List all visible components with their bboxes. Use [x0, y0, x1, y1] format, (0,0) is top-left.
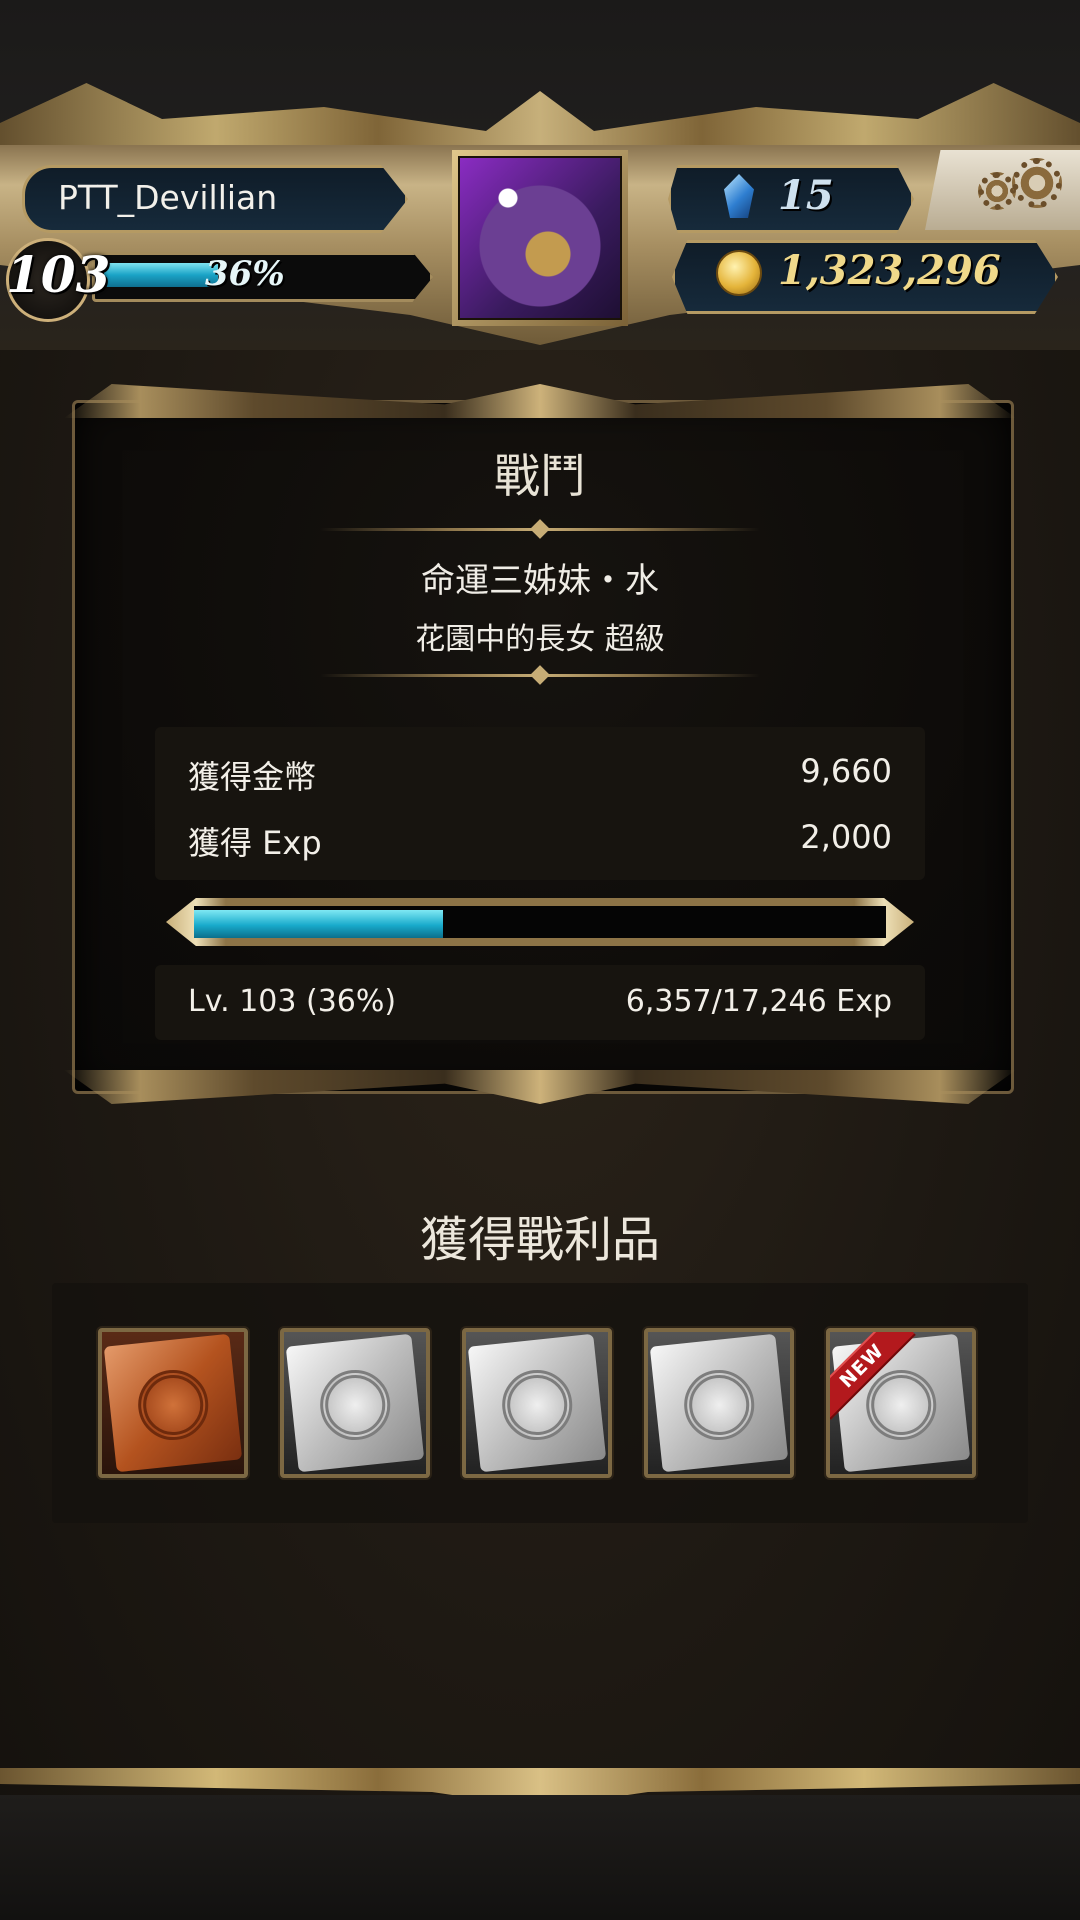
loot-item-silver-card[interactable] — [462, 1328, 612, 1478]
coin-count: 1,323,296 — [778, 247, 1001, 294]
coins-earned-value: 9,660 — [800, 752, 892, 790]
loot-title: 獲得戰利品 — [419, 1212, 660, 1268]
coin-icon — [716, 250, 762, 296]
silver-card-icon — [467, 1333, 607, 1473]
bronze-card-icon — [103, 1333, 243, 1473]
gem-count: 15 — [778, 172, 834, 219]
player-exp-percent: 36% — [205, 254, 285, 294]
level-progress-fill — [194, 910, 443, 938]
player-name: PTT_Devillian — [58, 178, 278, 217]
coins-earned-label: 獲得金幣 — [188, 758, 317, 796]
exp-progress-text: 6,357/17,246 Exp — [625, 984, 892, 1019]
panel-bottom-ornament — [64, 1070, 1016, 1104]
player-exp-fill — [104, 263, 218, 287]
stage-name: 花園中的長女 超級 — [415, 622, 665, 657]
gear-icon — [1012, 158, 1062, 208]
divider — [320, 674, 760, 677]
panel-top-ornament — [64, 384, 1016, 418]
silver-card-icon — [285, 1333, 425, 1473]
player-level: 103 — [6, 245, 111, 304]
gear-icon — [978, 172, 1016, 210]
leader-avatar[interactable] — [452, 150, 628, 326]
loot-item-silver-card[interactable] — [644, 1328, 794, 1478]
exp-earned-label: 獲得 Exp — [188, 824, 322, 862]
leader-portrait — [458, 156, 622, 320]
bottom-bar — [0, 1795, 1080, 1920]
divider — [320, 528, 760, 531]
loot-item-silver-card[interactable] — [280, 1328, 430, 1478]
exp-earned-value: 2,000 — [800, 818, 892, 856]
silver-card-icon — [649, 1333, 789, 1473]
panel-title: 戰鬥 — [494, 449, 586, 503]
enemy-name: 命運三姊妹・水 — [421, 561, 659, 601]
loot-item-silver-card-new[interactable]: NEW — [826, 1328, 976, 1478]
level-text: Lv. 103 (36%) — [188, 984, 397, 1019]
loot-item-bronze-card[interactable] — [98, 1328, 248, 1478]
